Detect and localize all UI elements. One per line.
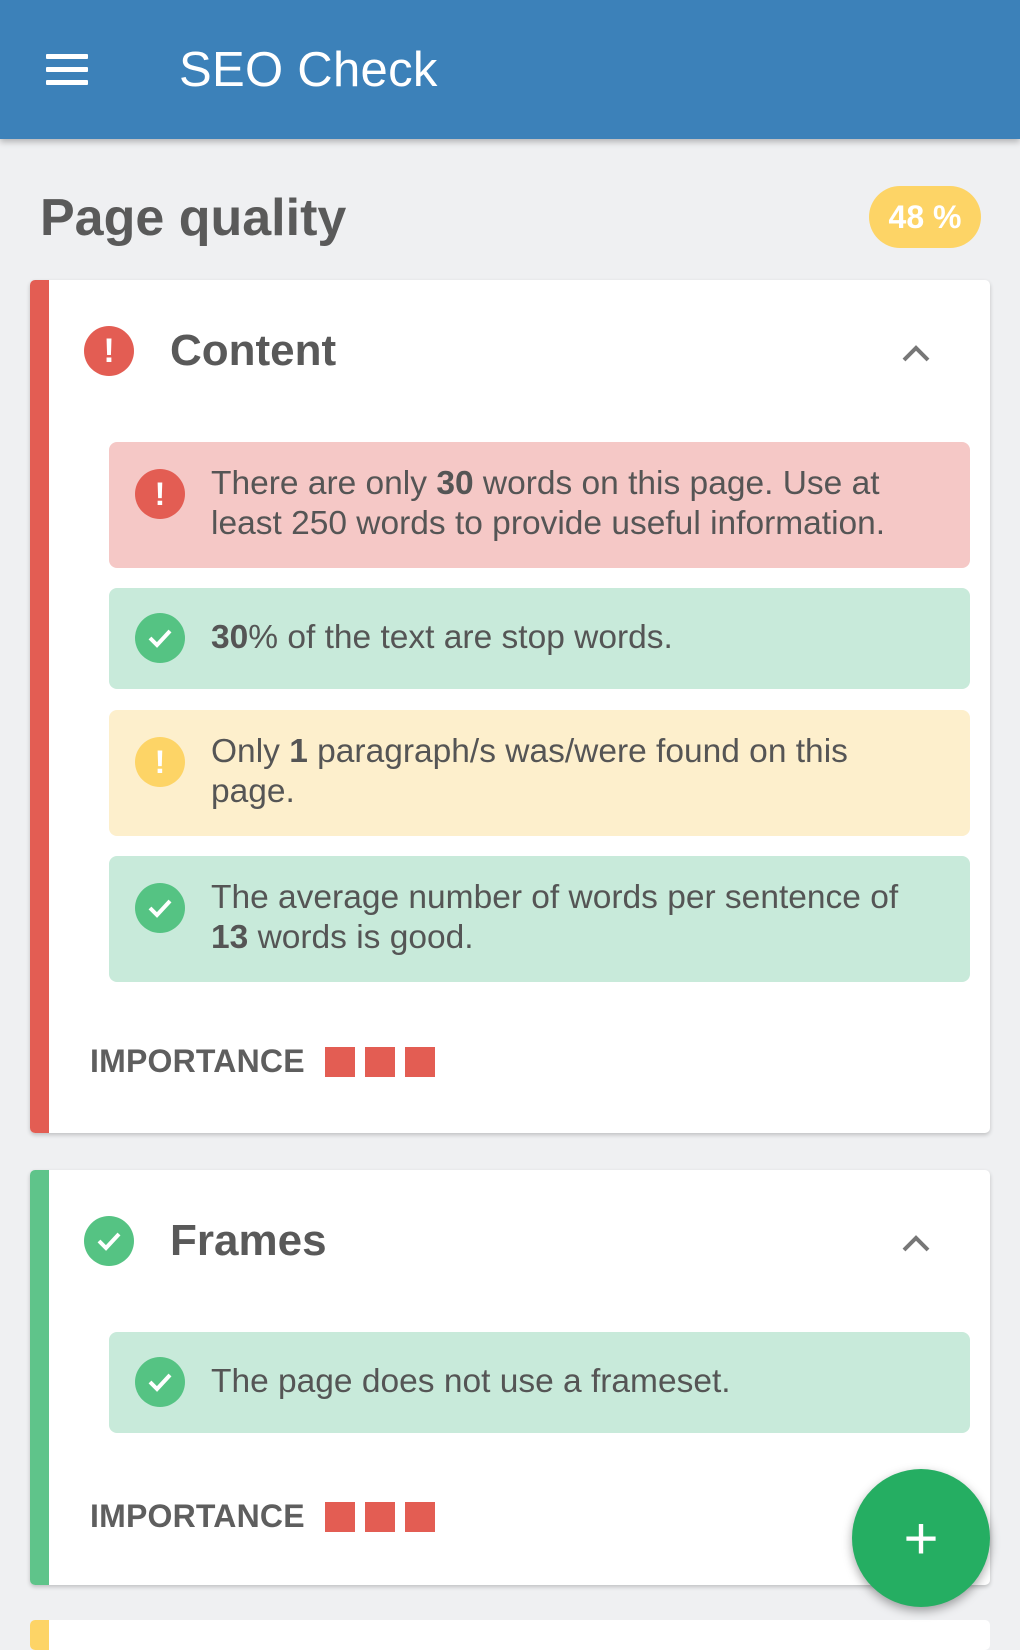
add-fab-button[interactable]: + — [852, 1469, 990, 1607]
importance-level-square — [324, 1046, 355, 1077]
importance-level-square — [364, 1046, 395, 1077]
content-card: ! Content ! There are only 30 words on t… — [30, 280, 990, 1133]
error-icon: ! — [135, 469, 185, 519]
check-item-text: The page does not use a frameset. — [211, 1363, 731, 1400]
importance-indicator: IMPORTANCE — [90, 1498, 445, 1535]
card-title: Content — [170, 326, 337, 375]
error-icon: ! — [84, 326, 134, 376]
menu-button[interactable] — [40, 48, 100, 96]
status-stripe — [30, 1620, 49, 1650]
page-title: Page quality — [40, 189, 347, 247]
check-icon — [135, 613, 185, 663]
importance-level-square — [404, 1046, 435, 1077]
importance-label: IMPORTANCE — [90, 1043, 305, 1079]
card-title: Frames — [170, 1216, 327, 1265]
importance-indicator: IMPORTANCE — [90, 1043, 445, 1080]
app-bar: SEO Check — [0, 0, 1020, 139]
chevron-up-icon[interactable] — [896, 334, 936, 374]
check-item-text: There are only 30 words on this page. Us… — [211, 465, 886, 542]
check-icon — [84, 1216, 134, 1266]
score-badge: 48 % — [869, 186, 981, 248]
check-item-text: 30% of the text are stop words. — [211, 619, 673, 656]
app-title: SEO Check — [179, 43, 438, 97]
importance-level-square — [324, 1501, 355, 1532]
status-stripe — [30, 1170, 49, 1585]
status-stripe — [30, 280, 49, 1133]
plus-icon: + — [903, 1504, 939, 1572]
warning-icon: ! — [135, 737, 185, 787]
next-card-peek — [30, 1620, 990, 1650]
chevron-up-icon[interactable] — [896, 1224, 936, 1264]
check-item-text: Only 1 paragraph/s was/were found on thi… — [211, 733, 848, 810]
check-icon — [135, 1357, 185, 1407]
frames-card: Frames The page does not use a frameset.… — [30, 1170, 990, 1585]
importance-level-square — [364, 1501, 395, 1532]
check-item-warning: ! Only 1 paragraph/s was/were found on t… — [109, 710, 970, 836]
check-item-error: ! There are only 30 words on this page. … — [109, 442, 970, 568]
check-icon — [135, 883, 185, 933]
check-item-success: 30% of the text are stop words. — [109, 588, 970, 689]
importance-label: IMPORTANCE — [90, 1498, 305, 1534]
check-item-text: The average number of words per sentence… — [211, 879, 899, 956]
check-item-success: The average number of words per sentence… — [109, 856, 970, 982]
importance-level-square — [404, 1501, 435, 1532]
check-item-success: The page does not use a frameset. — [109, 1332, 970, 1433]
